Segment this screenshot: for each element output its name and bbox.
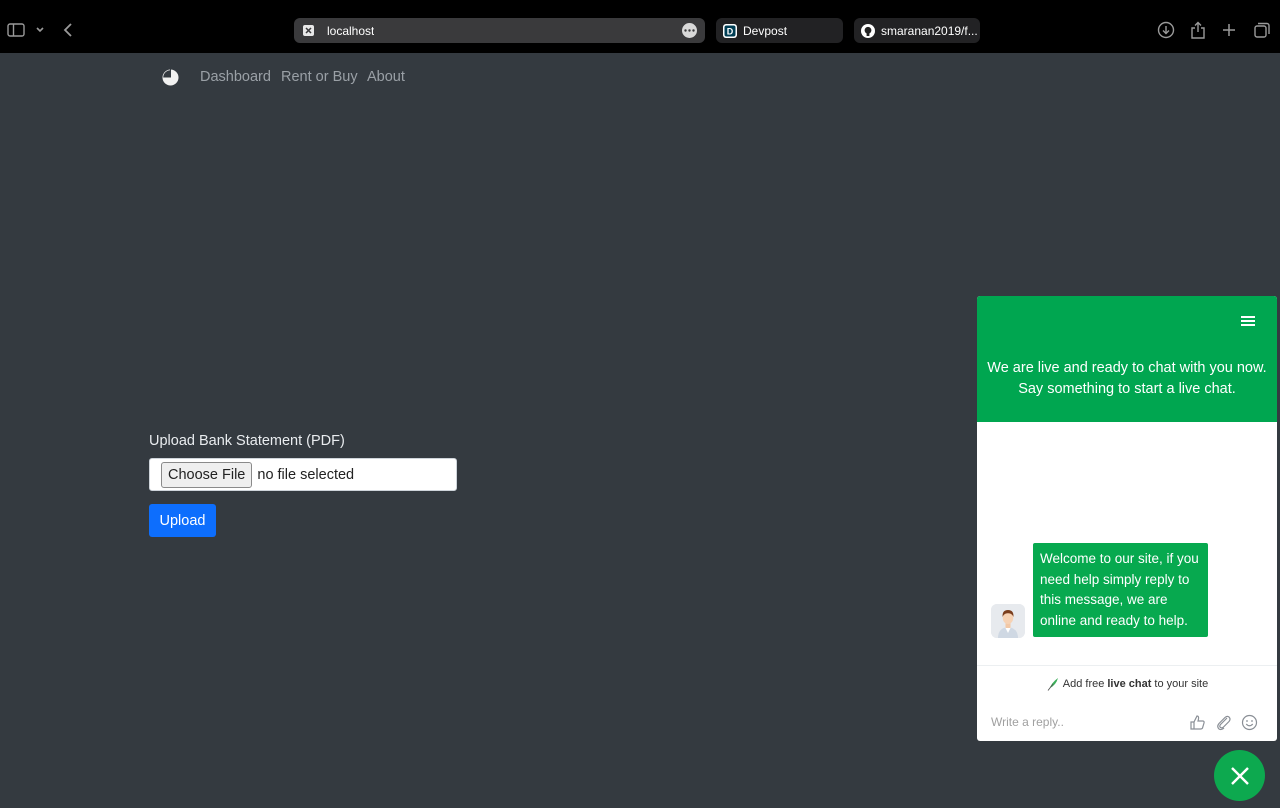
promo-suffix: to your site	[1154, 678, 1209, 690]
tab-github[interactable]: smaranan2019/f...	[854, 18, 980, 43]
feather-pen-icon	[1047, 678, 1058, 691]
nav-link-dashboard[interactable]: Dashboard	[200, 69, 271, 85]
chat-widget: We are live and ready to chat with you n…	[977, 296, 1277, 741]
tab-overview-icon[interactable]	[1252, 20, 1272, 40]
paperclip-icon[interactable]	[1215, 714, 1232, 731]
file-status: no file selected	[257, 466, 355, 483]
github-icon	[861, 23, 875, 38]
nav-link-about[interactable]: About	[367, 69, 405, 85]
chat-header-line: We are live and ready to chat with you n…	[987, 360, 1267, 376]
reply-input[interactable]	[991, 714, 1161, 730]
hamburger-menu-icon[interactable]	[1240, 314, 1256, 328]
tab-title: Devpost	[743, 23, 788, 38]
svg-text:D: D	[727, 26, 734, 36]
chat-header-text: We are live and ready to chat with you n…	[987, 358, 1267, 400]
upload-label: Upload Bank Statement (PDF)	[149, 433, 345, 449]
close-chat-button[interactable]	[1214, 750, 1265, 801]
chat-header-line: Say something to start a live chat.	[1018, 381, 1236, 397]
tab-devpost[interactable]: D Devpost	[716, 18, 843, 43]
pie-chart-logo[interactable]	[162, 69, 179, 86]
promo-prefix: Add free	[1062, 678, 1105, 690]
address-text: localhost	[327, 23, 375, 38]
back-icon[interactable]	[58, 20, 78, 40]
choose-file-button[interactable]: Choose File	[161, 461, 253, 488]
share-icon[interactable]	[1188, 20, 1208, 40]
sidebar-toggle-icon[interactable]	[6, 20, 26, 40]
download-icon[interactable]	[1156, 20, 1176, 40]
chevron-down-icon[interactable]	[30, 20, 50, 40]
promo-bold: live chat	[1107, 678, 1152, 690]
more-options-icon[interactable]	[682, 23, 697, 38]
promo-link[interactable]: Add free live chat to your site	[977, 677, 1277, 691]
new-tab-icon[interactable]	[1219, 20, 1239, 40]
tab-title: smaranan2019/f...	[881, 23, 978, 38]
upload-button[interactable]: Upload	[149, 504, 216, 537]
emoji-icon[interactable]	[1241, 714, 1258, 731]
nav-link-rent-or-buy[interactable]: Rent or Buy	[281, 69, 358, 85]
chat-header: We are live and ready to chat with you n…	[977, 296, 1277, 422]
browser-toolbar: localhost D Devpost smaranan2019/f...	[0, 0, 1280, 53]
close-icon	[1230, 766, 1249, 785]
address-bar[interactable]: localhost	[294, 18, 705, 43]
file-input[interactable]: Choose File no file selected	[149, 458, 457, 491]
agent-avatar	[991, 604, 1025, 638]
welcome-message: Welcome to our site, if you need help si…	[1033, 543, 1208, 637]
thumbs-up-icon[interactable]	[1189, 714, 1206, 731]
divider	[977, 665, 1277, 666]
devpost-icon: D	[723, 23, 737, 38]
close-square-icon	[301, 24, 315, 38]
